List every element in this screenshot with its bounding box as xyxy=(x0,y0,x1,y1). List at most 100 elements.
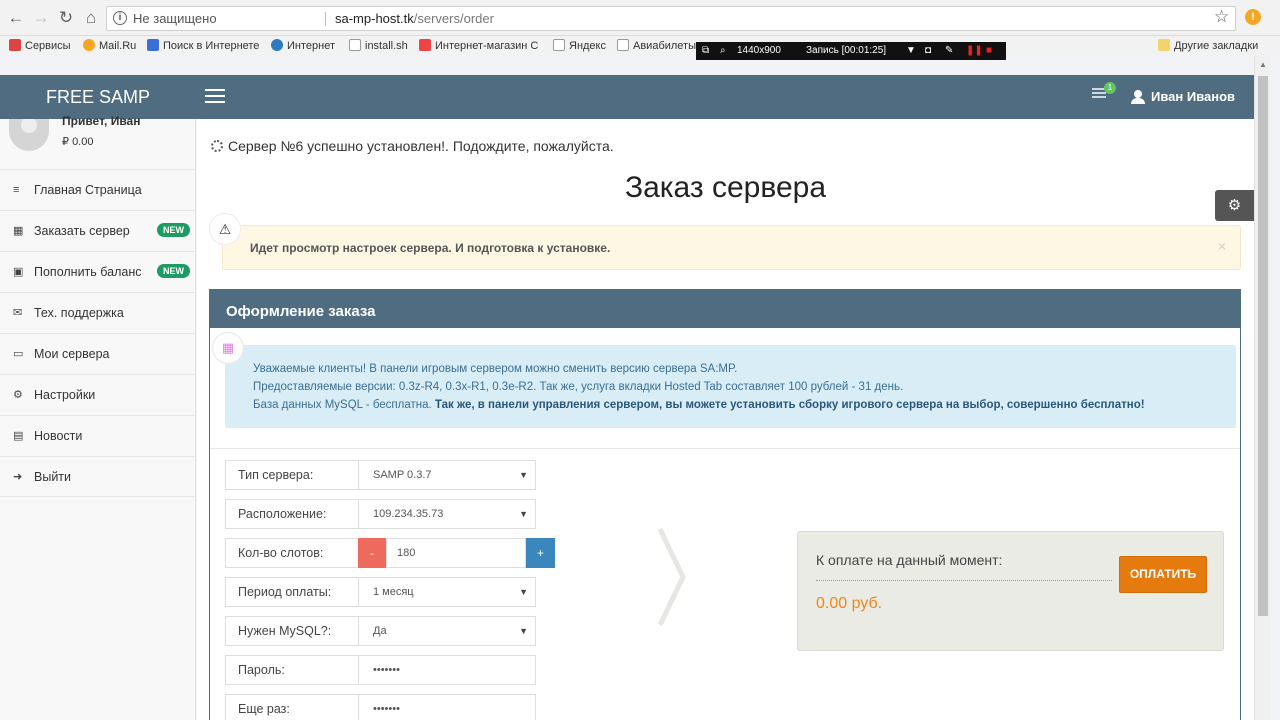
spinner-icon xyxy=(211,140,223,152)
sidebar-item-settings[interactable]: ⚙ Настройки xyxy=(0,374,196,415)
dropdown-icon[interactable]: ▼ xyxy=(906,42,916,60)
main-content: Сервер №6 успешно установлен!. Подождите… xyxy=(197,119,1254,720)
payment-label: К оплате на данный момент: xyxy=(816,552,1003,568)
warning-alert: Идет просмотр настроек сервера. И подгот… xyxy=(222,225,1241,270)
divider xyxy=(210,448,1240,449)
recorder-resolution: 1440x900 xyxy=(737,45,781,56)
shop-icon xyxy=(419,39,431,51)
slots-row: Кол-во слотов: - 180 + xyxy=(225,538,555,568)
menu-toggle-icon[interactable] xyxy=(205,89,225,105)
mysql-select[interactable]: Да ▼ xyxy=(358,616,536,646)
payment-summary: К оплате на данный момент: 0.00 руб. ОПЛ… xyxy=(797,531,1224,651)
bookmark-item[interactable]: Mail.Ru xyxy=(83,39,136,52)
apps-icon xyxy=(9,39,21,51)
screen-recorder-bar: ⧉ ⌕ 1440x900 Запись [00:01:25] ▼ ◘ ✎ ❚❚ … xyxy=(696,42,1006,60)
camera-icon[interactable]: ◘ xyxy=(925,42,931,60)
info-line-bold: Так же, в панели управления сервером, вы… xyxy=(434,399,1145,411)
loading-message-text: Сервер №6 успешно установлен!. Подождите… xyxy=(228,138,614,154)
page-icon xyxy=(349,39,361,51)
scroll-up-icon[interactable]: ▲ xyxy=(1259,60,1267,69)
bookmark-item[interactable]: Интернет-магазин С xyxy=(419,39,538,52)
slots-input[interactable]: 180 xyxy=(386,538,526,568)
reload-icon[interactable]: ↻ xyxy=(55,7,77,29)
repeat-password-input[interactable]: ••••••• xyxy=(358,694,536,720)
info-line: База данных MySQL - бесплатна. Так же, в… xyxy=(253,396,1145,414)
bookmark-item[interactable]: Авиабилеты xyxy=(617,39,696,52)
bookmark-item[interactable]: install.sh xyxy=(349,39,408,52)
scrollbar[interactable]: ▲ xyxy=(1254,56,1271,720)
mysql-row: Нужен MySQL?: Да ▼ xyxy=(225,616,536,646)
home-icon[interactable]: ⌂ xyxy=(80,7,102,29)
extension-warning-icon[interactable]: ! xyxy=(1245,9,1261,25)
slots-decrease-button[interactable]: - xyxy=(358,538,386,568)
server-type-select[interactable]: SAMP 0.3.7 ▼ xyxy=(358,460,536,490)
sidebar-item-my-servers[interactable]: ▭ Мои сервера xyxy=(0,333,196,374)
sidebar-item-top-up[interactable]: ▣ Пополнить баланс NEW xyxy=(0,251,196,292)
window-icon[interactable]: ⧉ xyxy=(702,42,709,60)
server-type-value: SAMP 0.3.7 xyxy=(373,469,432,481)
new-badge: NEW xyxy=(157,264,190,278)
password-row: Пароль: ••••••• xyxy=(225,655,536,685)
zoom-icon[interactable]: ⌕ xyxy=(720,42,726,60)
location-select[interactable]: 109.234.35.73 ▼ xyxy=(358,499,536,529)
money-icon: ▣ xyxy=(13,266,24,278)
page-icon xyxy=(617,39,629,51)
folder-icon xyxy=(1158,39,1170,51)
sidebar-item-home[interactable]: ≡ Главная Страница xyxy=(0,169,196,210)
avatar xyxy=(9,119,49,151)
password-input[interactable]: ••••••• xyxy=(358,655,536,685)
server-type-row: Тип сервера: SAMP 0.3.7 ▼ xyxy=(225,460,536,490)
gear-icon[interactable]: ⚙ xyxy=(1215,190,1254,221)
sidebar-item-support[interactable]: ✉ Тех. поддержка xyxy=(0,292,196,333)
forward-icon[interactable]: → xyxy=(30,7,52,29)
bookmark-label: Сервисы xyxy=(25,40,71,52)
sidebar-item-label: Тех. поддержка xyxy=(34,306,124,320)
bookmark-label: Интернет-магазин С xyxy=(435,40,539,52)
user-icon[interactable] xyxy=(1131,90,1145,104)
close-icon[interactable]: × xyxy=(1218,238,1226,254)
location-row: Расположение: 109.234.35.73 ▼ xyxy=(225,499,536,529)
page-title: Заказ сервера xyxy=(624,171,827,204)
envelope-icon: ✉ xyxy=(13,307,23,319)
mailru-icon xyxy=(83,39,95,51)
bookmark-item[interactable]: Сервисы xyxy=(9,39,71,52)
stop-icon[interactable]: ■ xyxy=(986,42,992,60)
laptop-icon: ▭ xyxy=(13,348,24,360)
address-bar[interactable]: i Не защищено sa-mp-host.tk/servers/orde… xyxy=(106,6,1236,31)
repeat-password-row: Еще раз: ••••••• xyxy=(225,694,536,720)
gears-icon: ⚙ xyxy=(13,389,23,401)
brand-logo[interactable]: FREE SAMP xyxy=(0,75,196,119)
bookmark-label: Другие закладки xyxy=(1174,40,1259,52)
info-icon[interactable]: i xyxy=(113,11,127,25)
bookmark-item[interactable]: Интернет xyxy=(271,39,335,52)
bookmark-item[interactable]: Другие закладки xyxy=(1158,39,1258,52)
warning-icon: ⚠ xyxy=(209,213,241,245)
globe-icon xyxy=(271,39,283,51)
bookmark-item[interactable]: Поиск в Интернете xyxy=(147,39,259,52)
pause-icon[interactable]: ❚❚ xyxy=(966,42,983,60)
sidebar: Привет, Иван ₽ 0.00 ≡ Главная Страница ▦ З… xyxy=(0,114,196,720)
pen-icon[interactable]: ✎ xyxy=(945,42,953,60)
chevron-down-icon: ▼ xyxy=(519,626,528,636)
period-value: 1 месяц xyxy=(373,586,414,598)
info-alert: Уважаемые клиенты! В панели игровым серв… xyxy=(225,345,1236,428)
app-header: FREE SAMP 1 Иван Иванов xyxy=(0,75,1254,119)
period-row: Период оплаты: 1 месяц ▼ xyxy=(225,577,536,607)
sidebar-item-label: Заказать сервер xyxy=(34,224,130,238)
pay-button[interactable]: ОПЛАТИТЬ xyxy=(1119,556,1207,593)
sidebar-item-order-server[interactable]: ▦ Заказать сервер NEW xyxy=(0,210,196,251)
period-select[interactable]: 1 месяц ▼ xyxy=(358,577,536,607)
sidebar-item-news[interactable]: ▤ Новости xyxy=(0,415,196,456)
bookmark-star-icon[interactable]: ☆ xyxy=(1214,7,1229,27)
user-name[interactable]: Иван Иванов xyxy=(1151,89,1235,104)
slots-increase-button[interactable]: + xyxy=(526,538,555,568)
bookmark-item[interactable]: Яндекс xyxy=(553,39,606,52)
back-icon[interactable]: ← xyxy=(5,7,27,29)
bookmark-label: Mail.Ru xyxy=(99,40,137,52)
sidebar-item-logout[interactable]: ➜ Выйти xyxy=(0,456,196,497)
bookmark-label: Яндекс xyxy=(569,40,606,52)
sidebar-item-label: Новости xyxy=(34,429,83,443)
scroll-thumb[interactable] xyxy=(1258,76,1268,616)
order-panel-title: Оформление заказа xyxy=(226,303,376,320)
balance-value: 0.00 xyxy=(72,136,94,148)
